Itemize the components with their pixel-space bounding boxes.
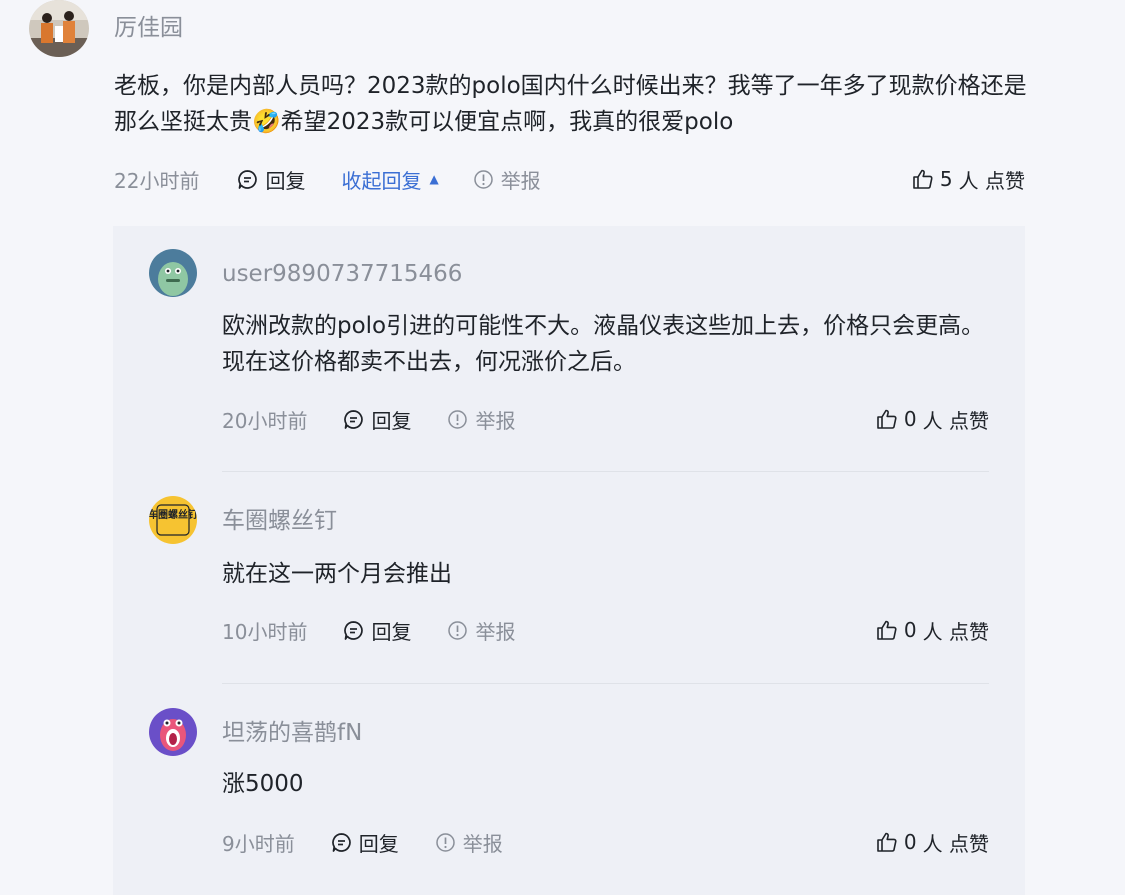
reply-username[interactable]: 坦荡的喜鹊fN: [222, 718, 362, 748]
reply-time: 10小时前: [222, 619, 308, 644]
reply-content: 涨5000: [222, 771, 304, 797]
reply-label: 回复: [358, 831, 399, 856]
report-label: 举报: [475, 408, 516, 433]
reply-username[interactable]: user9890737715466: [222, 259, 462, 289]
report-button[interactable]: 举报: [447, 616, 515, 645]
reply-time: 9小时前: [222, 831, 295, 856]
chat-bubble-icon: [238, 169, 258, 189]
reply-meta: 9小时前 回复 举报: [222, 827, 503, 857]
reply-label: 回复: [265, 168, 306, 193]
comment-time: 22小时前: [114, 168, 200, 193]
avatar[interactable]: [149, 708, 197, 756]
avatar[interactable]: [29, 0, 89, 57]
avatar[interactable]: [149, 249, 197, 297]
like-button[interactable]: 5 人 点赞: [912, 164, 1025, 194]
like-count: 5: [939, 167, 953, 191]
comment-content: 老板，你是内部人员吗？2023款的polo国内什么时候出来？我等了一年多了现款价…: [114, 73, 1027, 135]
thumbs-up-icon: [877, 409, 897, 429]
report-button[interactable]: 举报: [473, 165, 541, 194]
comment-username[interactable]: 厉佳园: [114, 13, 183, 43]
report-label: 举报: [462, 831, 503, 856]
reply-button[interactable]: 回复: [331, 828, 399, 857]
cartoon-avatar-icon: [149, 708, 197, 756]
caret-up-icon: ▲: [429, 172, 439, 186]
reply-content: 就在这一两个月会推出: [222, 561, 452, 587]
warning-circle-icon: [473, 169, 493, 189]
like-unit: 人 点赞: [958, 168, 1025, 193]
reply-time: 20小时前: [222, 408, 308, 433]
monster-avatar-icon: [149, 249, 197, 297]
chat-bubble-icon: [331, 832, 351, 852]
collapse-replies-button[interactable]: 收起回复 ▲: [341, 165, 438, 194]
report-button[interactable]: 举报: [447, 405, 515, 434]
like-count: 0: [903, 830, 917, 854]
logo-avatar-icon: 车圈螺丝钉: [149, 496, 197, 544]
warning-circle-icon: [448, 620, 468, 640]
like-button[interactable]: 0 人 点赞: [876, 404, 989, 434]
warning-circle-icon: [435, 832, 455, 852]
like-unit: 人 点赞: [922, 619, 989, 644]
thumbs-up-icon: [877, 832, 897, 852]
divider: [222, 683, 989, 684]
like-button[interactable]: 0 人 点赞: [876, 615, 989, 645]
thumbs-up-icon: [913, 169, 933, 189]
reply-label: 回复: [371, 408, 412, 433]
warning-circle-icon: [448, 409, 468, 429]
reply-meta: 10小时前 回复 举报: [222, 615, 515, 645]
reply-username[interactable]: 车圈螺丝钉: [222, 506, 337, 536]
report-label: 举报: [475, 619, 516, 644]
chat-bubble-icon: [344, 409, 364, 429]
reply-button[interactable]: 回复: [343, 405, 411, 434]
collapse-label: 收起回复: [341, 168, 422, 193]
like-unit: 人 点赞: [922, 831, 989, 856]
reply-meta: 20小时前 回复 举报: [222, 404, 515, 434]
reply-content: 欧洲改款的polo引进的可能性不大。液晶仪表这些加上去，价格只会更高。现在这价格…: [222, 313, 985, 375]
reply-button[interactable]: 回复: [343, 616, 411, 645]
reply-button[interactable]: 回复: [237, 165, 305, 194]
avatar[interactable]: 车圈螺丝钉: [149, 496, 197, 544]
report-button[interactable]: 举报: [435, 828, 503, 857]
report-label: 举报: [500, 168, 541, 193]
like-count: 0: [903, 407, 917, 431]
chat-bubble-icon: [344, 620, 364, 640]
photo-avatar-icon: [29, 0, 89, 57]
like-count: 0: [903, 618, 917, 642]
comment-meta: 22小时前 回复 收起回复 ▲ 举报: [114, 164, 541, 194]
divider: [222, 471, 989, 472]
like-button[interactable]: 0 人 点赞: [876, 827, 989, 857]
like-unit: 人 点赞: [922, 408, 989, 433]
thumbs-up-icon: [877, 620, 897, 640]
reply-label: 回复: [371, 619, 412, 644]
avatar-logo-top: 车圈螺丝钉: [149, 508, 197, 521]
